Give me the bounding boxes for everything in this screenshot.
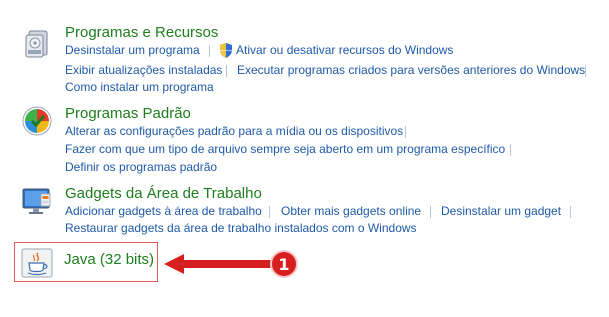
link-separator (510, 144, 511, 156)
link-separator (570, 206, 571, 218)
uac-shield-icon (220, 43, 232, 58)
change-media-defaults-link[interactable]: Alterar as configurações padrão para a m… (65, 124, 403, 139)
file-type-association-link[interactable]: Fazer com que um tipo de arquivo sempre … (65, 142, 505, 157)
view-installed-updates-link[interactable]: Exibir atualizações instaladas (65, 63, 222, 78)
desktop-gadgets-title[interactable]: Gadgets da Área de Trabalho (65, 185, 262, 203)
java-icon (21, 248, 53, 278)
add-gadgets-link[interactable]: Adicionar gadgets à área de trabalho (65, 204, 262, 219)
link-separator (405, 126, 406, 138)
turn-windows-features-link[interactable]: Ativar ou desativar recursos do Windows (236, 43, 453, 58)
how-to-install-link[interactable]: Como instalar um programa (65, 80, 214, 95)
uninstall-gadget-link[interactable]: Desinstalar um gadget (441, 204, 561, 219)
desktop-gadgets-icon (22, 188, 51, 214)
uninstall-program-link[interactable]: Desinstalar um programa (65, 43, 200, 58)
programs-features-title[interactable]: Programas e Recursos (65, 24, 218, 42)
java-title[interactable]: Java (32 bits) (64, 251, 154, 269)
set-default-programs-link[interactable]: Definir os programas padrão (65, 160, 217, 175)
programs-features-icon (25, 30, 48, 58)
run-older-programs-link[interactable]: Executar programas criados para versões … (237, 63, 585, 78)
link-separator (430, 206, 431, 218)
default-programs-icon (22, 106, 52, 136)
link-separator (226, 65, 227, 77)
link-separator (585, 65, 586, 77)
default-programs-title[interactable]: Programas Padrão (65, 105, 191, 123)
get-more-gadgets-link[interactable]: Obter mais gadgets online (281, 204, 421, 219)
restore-gadgets-link[interactable]: Restaurar gadgets da área de trabalho in… (65, 221, 417, 236)
annotation-badge: 1 (270, 250, 298, 278)
link-separator (209, 45, 210, 57)
link-separator (269, 206, 270, 218)
annotation-arrow-icon (164, 254, 272, 274)
